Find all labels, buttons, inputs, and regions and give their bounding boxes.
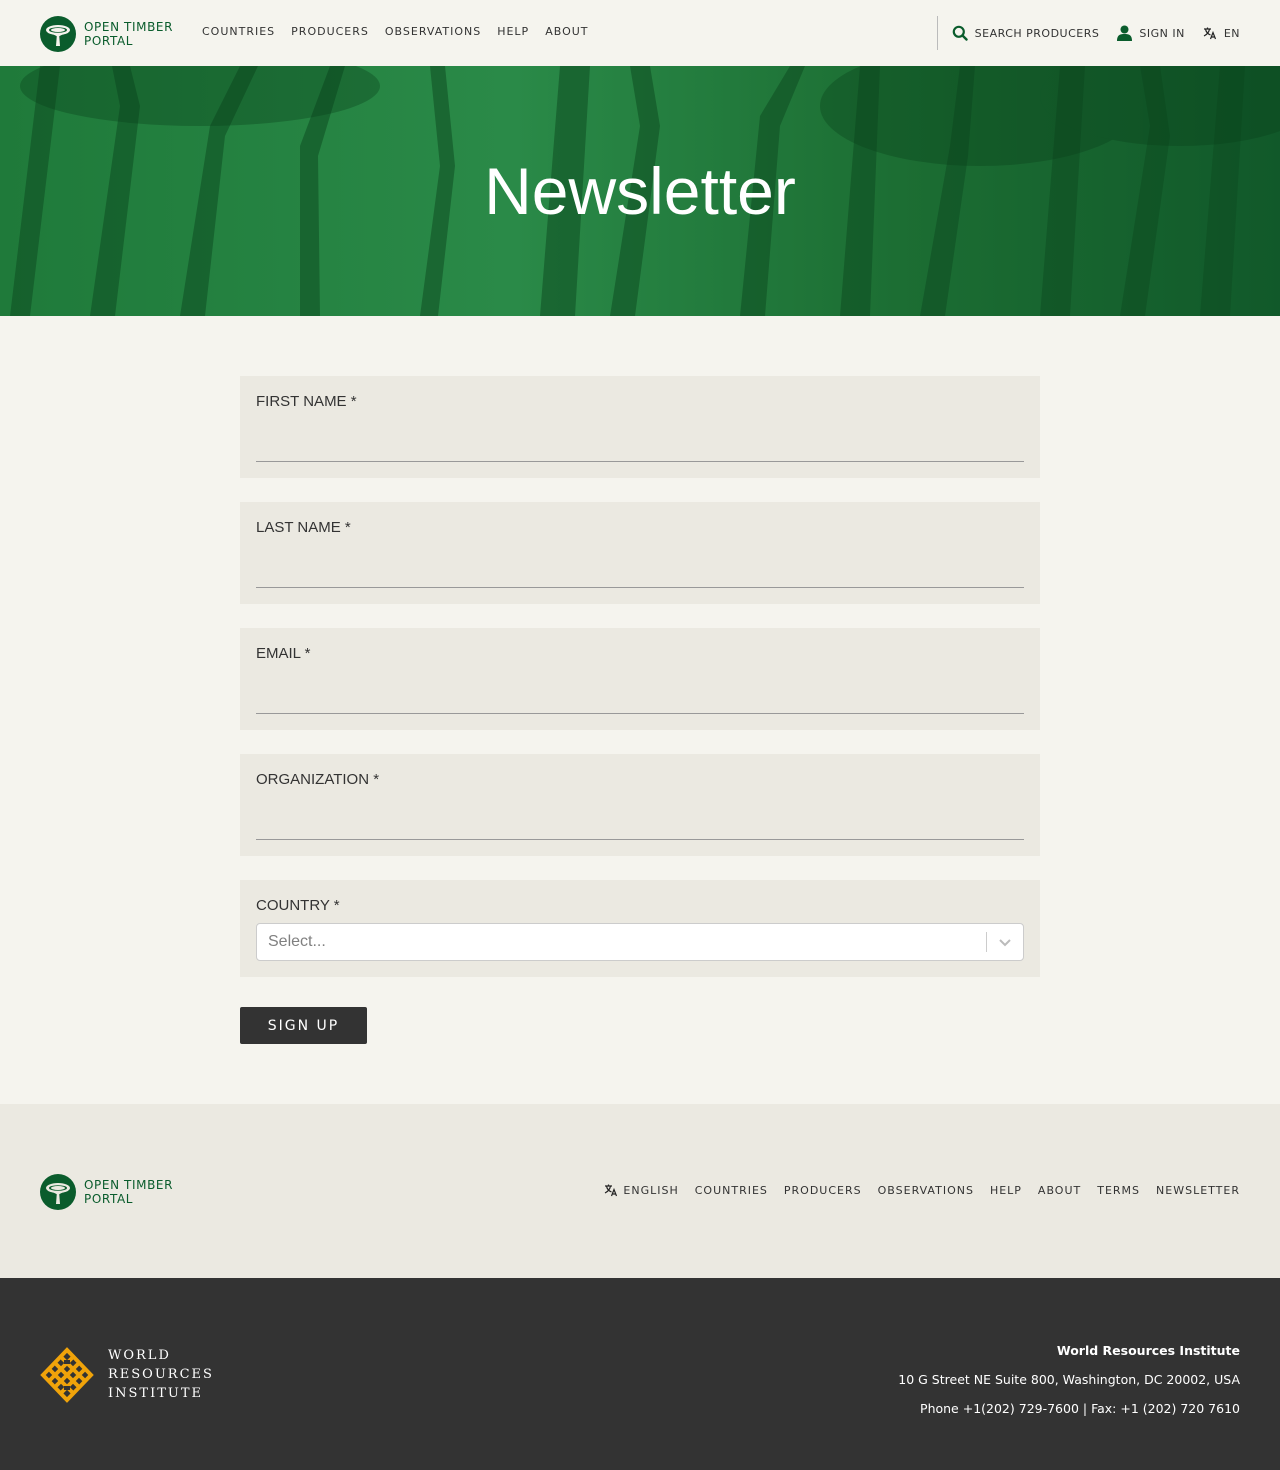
footer-link-countries[interactable]: COUNTRIES bbox=[695, 1184, 768, 1197]
country-field: COUNTRY * Select... bbox=[240, 880, 1040, 977]
header-actions: SEARCH PRODUCERS SIGN IN EN bbox=[936, 16, 1240, 50]
first-name-label: FIRST NAME * bbox=[256, 393, 357, 410]
last-name-underline bbox=[256, 587, 1024, 588]
email-field: EMAIL * bbox=[240, 628, 1040, 730]
translate-icon bbox=[1203, 27, 1216, 40]
first-name-underline bbox=[256, 461, 1024, 462]
brand-name: OPEN TIMBER PORTAL bbox=[84, 20, 173, 48]
nav-about[interactable]: ABOUT bbox=[545, 25, 588, 38]
footer-language-label: ENGLISH bbox=[623, 1183, 679, 1197]
footer-bottom: WORLD RESOURCES INSTITUTE World Resource… bbox=[0, 1278, 1280, 1470]
footer-links: ENGLISH COUNTRIES PRODUCERS OBSERVATIONS… bbox=[604, 1183, 1240, 1197]
translate-icon bbox=[605, 1184, 618, 1197]
wri-line-1: WORLD bbox=[108, 1348, 171, 1363]
nav-help[interactable]: HELP bbox=[497, 25, 529, 38]
footer-nav-section: OPEN TIMBER PORTAL ENGLISH COUNTRIES PRO… bbox=[0, 1104, 1280, 1278]
first-name-input[interactable] bbox=[256, 426, 1024, 460]
brand-line-2: PORTAL bbox=[84, 34, 134, 48]
wri-logo-icon bbox=[40, 1346, 94, 1403]
language-label: EN bbox=[1223, 26, 1240, 40]
organization-label: ORGANIZATION * bbox=[256, 771, 380, 788]
site-header: OPEN TIMBER PORTAL COUNTRIES PRODUCERS O… bbox=[0, 0, 1280, 66]
wri-line-2: RESOURCES bbox=[108, 1367, 214, 1382]
footer-language-selector[interactable]: ENGLISH bbox=[604, 1183, 678, 1197]
contact-address: 10 G Street NE Suite 800, Washington, DC… bbox=[898, 1372, 1240, 1387]
country-label: COUNTRY * bbox=[256, 897, 340, 914]
contact-org-name: World Resources Institute bbox=[1056, 1343, 1240, 1358]
footer-link-observations[interactable]: OBSERVATIONS bbox=[878, 1184, 974, 1197]
main-nav: COUNTRIES PRODUCERS OBSERVATIONS HELP AB… bbox=[202, 25, 605, 38]
footer-brand-name: OPEN TIMBER PORTAL bbox=[84, 1178, 173, 1206]
search-icon bbox=[952, 25, 968, 41]
organization-field: ORGANIZATION * bbox=[240, 754, 1040, 856]
chevron-down-icon[interactable] bbox=[997, 934, 1013, 950]
contact-phone: Phone +1(202) 729-7600 | Fax: +1 (202) 7… bbox=[920, 1401, 1240, 1416]
newsletter-form: FIRST NAME * LAST NAME * EMAIL * ORGANIZ… bbox=[240, 376, 1040, 1044]
organization-underline bbox=[256, 839, 1024, 840]
nav-countries[interactable]: COUNTRIES bbox=[202, 25, 275, 38]
search-producers-label: SEARCH PRODUCERS bbox=[974, 26, 1100, 40]
contact-info: World Resources Institute 10 G Street NE… bbox=[898, 1336, 1240, 1423]
header-divider bbox=[936, 16, 938, 50]
footer-brand-line-2: PORTAL bbox=[84, 1192, 134, 1206]
footer-link-about[interactable]: ABOUT bbox=[1038, 1184, 1081, 1197]
wri-line-3: INSTITUTE bbox=[108, 1386, 204, 1401]
footer-link-newsletter[interactable]: NEWSLETTER bbox=[1156, 1184, 1240, 1197]
footer-brand-line-1: OPEN TIMBER bbox=[84, 1178, 174, 1192]
sign-in-button[interactable]: SIGN IN bbox=[1117, 25, 1184, 41]
email-label: EMAIL * bbox=[256, 645, 311, 662]
last-name-label: LAST NAME * bbox=[256, 519, 351, 536]
language-selector[interactable]: EN bbox=[1203, 26, 1240, 40]
footer-link-producers[interactable]: PRODUCERS bbox=[784, 1184, 862, 1197]
page-title: Newsletter bbox=[484, 154, 796, 228]
footer-link-help[interactable]: HELP bbox=[990, 1184, 1022, 1197]
email-underline bbox=[256, 713, 1024, 714]
sign-in-label: SIGN IN bbox=[1139, 26, 1185, 40]
sign-up-button[interactable]: SIGN UP bbox=[240, 1007, 367, 1044]
search-producers-button[interactable]: SEARCH PRODUCERS bbox=[952, 25, 1100, 41]
brand-logo[interactable]: OPEN TIMBER PORTAL bbox=[40, 16, 173, 52]
wri-wordmark: WORLD RESOURCES INSTITUTE bbox=[108, 1346, 214, 1403]
user-icon bbox=[1117, 25, 1133, 41]
email-input[interactable] bbox=[256, 678, 1024, 712]
wri-logo[interactable]: WORLD RESOURCES INSTITUTE bbox=[40, 1346, 214, 1403]
last-name-input[interactable] bbox=[256, 552, 1024, 586]
organization-input[interactable] bbox=[256, 804, 1024, 838]
tree-logo-icon bbox=[40, 1174, 76, 1210]
footer-link-terms[interactable]: TERMS bbox=[1097, 1184, 1140, 1197]
tree-logo-icon bbox=[40, 16, 76, 52]
select-separator bbox=[986, 932, 987, 952]
brand-line-1: OPEN TIMBER bbox=[84, 20, 174, 34]
nav-observations[interactable]: OBSERVATIONS bbox=[385, 25, 481, 38]
country-select-placeholder: Select... bbox=[268, 933, 326, 950]
last-name-field: LAST NAME * bbox=[240, 502, 1040, 604]
footer-brand-logo[interactable]: OPEN TIMBER PORTAL bbox=[40, 1174, 173, 1210]
first-name-field: FIRST NAME * bbox=[240, 376, 1040, 478]
hero-banner: Newsletter bbox=[0, 66, 1280, 316]
country-select[interactable]: Select... bbox=[256, 923, 1024, 961]
nav-producers[interactable]: PRODUCERS bbox=[291, 25, 369, 38]
